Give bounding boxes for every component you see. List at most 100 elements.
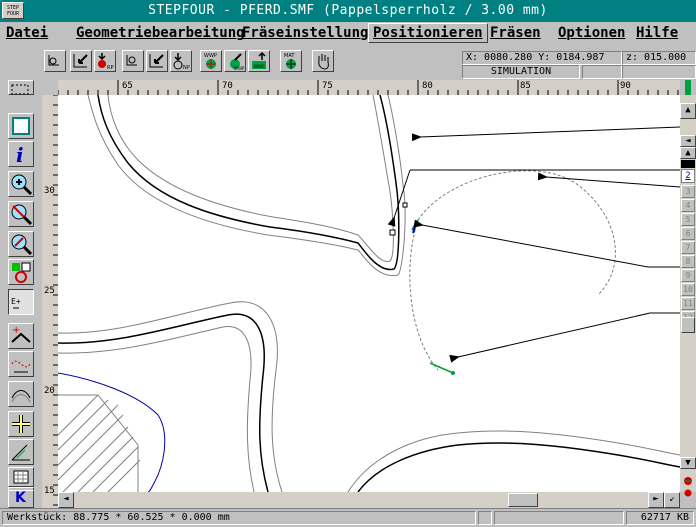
scroll-corner: ↙	[664, 492, 680, 508]
zoom-fit-button[interactable]	[8, 231, 34, 257]
palette-item[interactable]: 7	[681, 241, 695, 254]
edit-point-icon: E+	[11, 297, 21, 309]
move-wwp-button[interactable]: WWP	[200, 50, 222, 72]
move-to-xy-button[interactable]	[70, 50, 92, 72]
add-contour-icon: +	[11, 325, 31, 343]
ruler-corner	[0, 80, 58, 95]
window-title: STEPFOUR - PFERD.SMF (Pappelsperrholz / …	[148, 3, 548, 18]
offset-contour-icon	[11, 390, 31, 403]
palette-item[interactable]: 6	[681, 227, 695, 240]
target-np-icon: NP	[173, 53, 190, 71]
annotation-arrow-3	[537, 172, 680, 188]
drawing-canvas[interactable]	[58, 95, 680, 492]
palette-icon-red[interactable]	[682, 471, 694, 485]
palette-item[interactable]: 4	[681, 199, 695, 212]
info-tool-button[interactable]: i	[8, 141, 34, 167]
palette-down-button[interactable]: ▼	[680, 457, 696, 469]
ruler-ticks	[58, 80, 679, 95]
menu-datei[interactable]: Datei	[6, 25, 48, 41]
palette-item[interactable]: 10	[681, 283, 695, 296]
menu-geometriebearbeitung[interactable]: Geometriebearbeitung	[76, 25, 245, 41]
target-rp-icon: RP	[98, 53, 114, 71]
pan-hand-button[interactable]	[312, 50, 334, 72]
grid-button[interactable]	[8, 467, 34, 487]
zoom-area-icon	[11, 204, 33, 226]
svg-text:WWC: WWC	[254, 64, 265, 69]
frame-tool-button[interactable]	[8, 113, 34, 139]
palette-icon-red-2[interactable]	[682, 483, 694, 497]
ruler-label: 80	[422, 81, 433, 91]
coords-z-readout: z: 015.000	[622, 51, 696, 65]
annotation-arrow-1	[411, 126, 680, 142]
h-scroll-thumb[interactable]	[508, 493, 538, 507]
status-empty-1	[582, 65, 622, 79]
palette-item[interactable]: 5	[681, 213, 695, 226]
outer-offset-contour-2	[107, 95, 394, 262]
scroll-left-button[interactable]: ◄	[58, 492, 74, 508]
menu-hilfe[interactable]: Hilfe	[636, 25, 678, 41]
offset-contour-button[interactable]	[8, 381, 34, 407]
menu-optionen[interactable]: Optionen	[558, 25, 625, 41]
k-button[interactable]: K	[8, 490, 34, 508]
svg-text:+: +	[12, 325, 20, 336]
edit-point-button[interactable]: E+	[8, 289, 34, 315]
status-empty-2	[622, 65, 696, 79]
palette-up-button[interactable]: ▲	[680, 147, 696, 159]
menu-fraesen[interactable]: Fräsen	[490, 25, 541, 41]
move-rp-button[interactable]: RP	[94, 50, 116, 72]
ruler-label: 90	[620, 81, 631, 91]
layers-button[interactable]	[8, 259, 34, 285]
target-wwp-icon: WWP	[204, 53, 217, 69]
vruler-ticks	[53, 95, 58, 506]
add-contour-button[interactable]: +	[8, 323, 34, 349]
zoom-area-button[interactable]	[8, 201, 34, 227]
contour-point-marker	[389, 229, 396, 236]
coords-xy-readout: X: 0080.280 Y: 0184.987	[462, 51, 622, 65]
crosshair-button[interactable]	[8, 411, 34, 437]
scroll-up-button[interactable]: ▲	[680, 103, 696, 119]
arrow-xy2-icon	[149, 54, 164, 68]
simulation-arc	[417, 170, 616, 296]
hatch-area	[58, 394, 141, 492]
palette-item-2[interactable]: 2	[681, 169, 695, 183]
right-top-cell	[680, 80, 696, 95]
palette-item[interactable]: 9	[681, 269, 695, 282]
simulation-arc-2	[409, 219, 439, 371]
axis-z-button[interactable]	[122, 50, 144, 72]
svg-text:E+: E+	[11, 297, 21, 306]
target-wwp2-icon: WWP	[230, 53, 245, 71]
horizontal-scrollbar[interactable]: ◄ ► ↙	[58, 492, 680, 508]
contour-path-button[interactable]	[8, 351, 34, 377]
contour-path-icon	[11, 360, 31, 373]
scroll-right-button[interactable]: ►	[648, 492, 664, 508]
ruler-label: 70	[222, 81, 233, 91]
menu-positionieren[interactable]: Positionieren	[368, 23, 488, 43]
menu-fraeseinstellungen[interactable]: Fräseinstellungen	[242, 25, 385, 41]
move-wwp2-button[interactable]: WWP	[224, 50, 246, 72]
vruler-label: 15	[44, 486, 55, 496]
vertical-scrollbar[interactable]: ▲ ◄ ▲ 2 3456789101112 ▼	[680, 95, 696, 497]
palette-item[interactable]: 11	[681, 297, 695, 310]
measure-angle-button[interactable]	[8, 439, 34, 465]
contour-point-marker-2	[402, 202, 408, 208]
green-end-marker	[451, 371, 455, 375]
palette-item[interactable]: 3	[681, 185, 695, 198]
main-contour	[97, 95, 400, 271]
palette-green-bar	[685, 80, 691, 95]
vertical-ruler: 30 25 20 15	[42, 95, 59, 510]
palette-left-button[interactable]: ◄	[680, 135, 696, 147]
zoom-in-button[interactable]	[8, 171, 34, 197]
palette-item[interactable]: 8	[681, 255, 695, 268]
scroll-thumb[interactable]	[681, 317, 695, 333]
axis-origin-button[interactable]	[44, 50, 66, 72]
palette-color-black[interactable]	[681, 160, 695, 168]
left-toolbox: i E+ +	[0, 95, 42, 510]
select-area-button[interactable]	[8, 80, 34, 95]
move-mat-button[interactable]: MAT	[280, 50, 302, 72]
measure-angle-icon	[11, 444, 30, 461]
move-np-button[interactable]: NP	[170, 50, 192, 72]
move-xy2-button[interactable]	[146, 50, 168, 72]
hand-icon	[318, 54, 329, 70]
move-wwc-button[interactable]: WWC	[248, 50, 270, 72]
drawing-svg	[58, 95, 680, 492]
